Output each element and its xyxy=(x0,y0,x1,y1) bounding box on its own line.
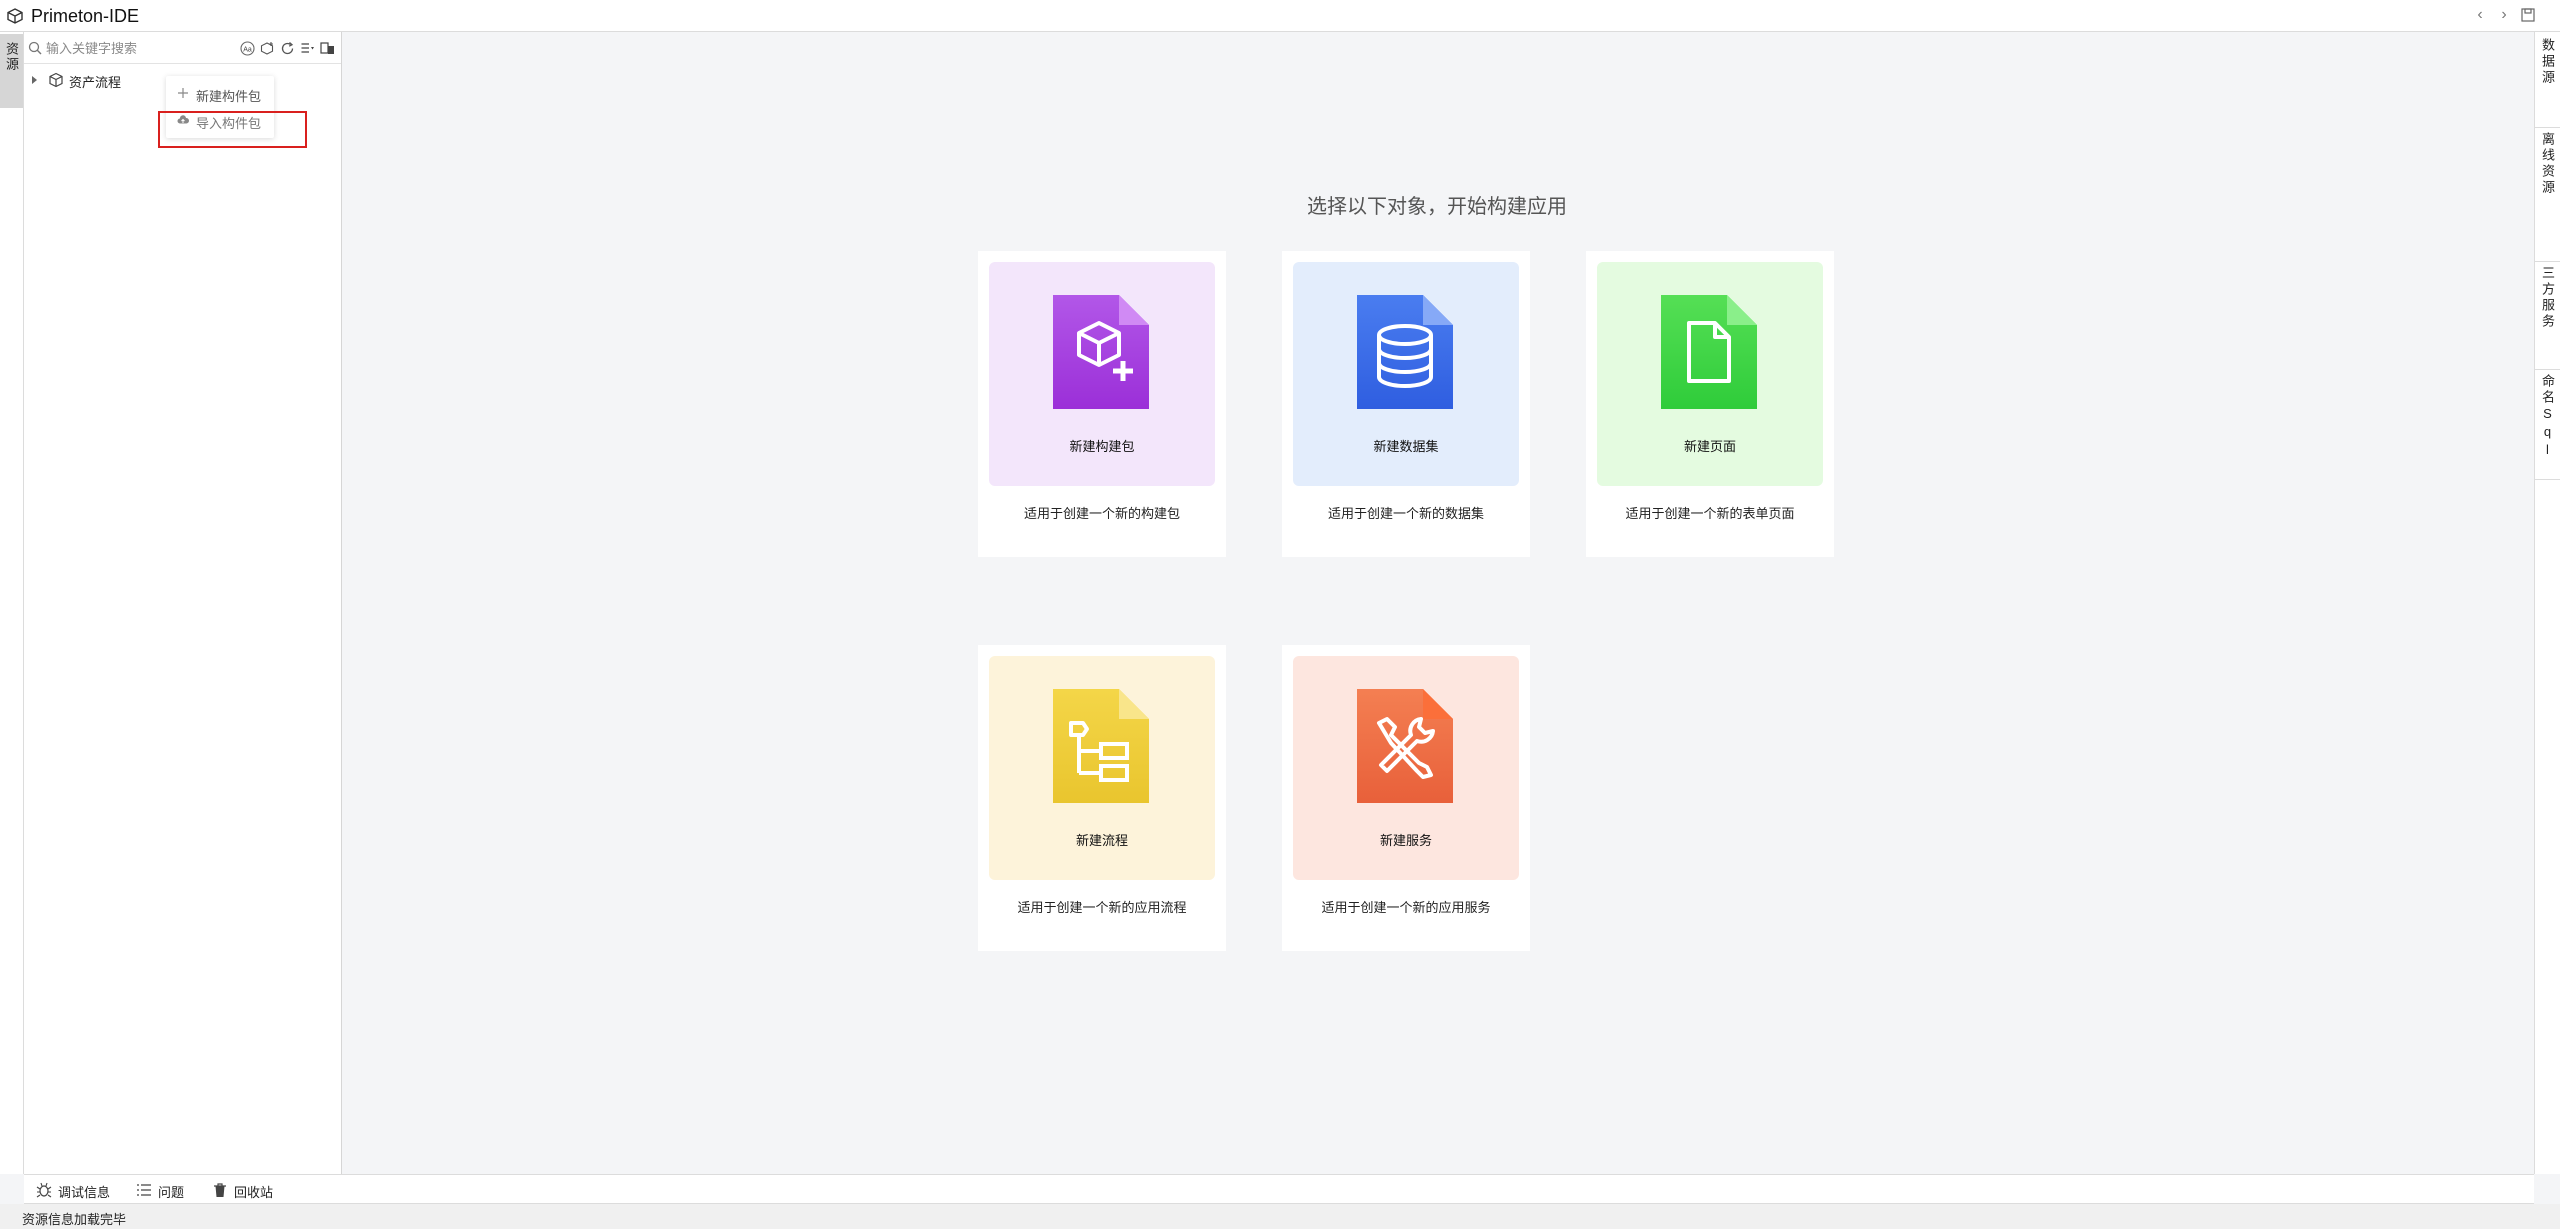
tab-recycle-bin[interactable]: 回收站 xyxy=(212,1181,292,1200)
card-new-package[interactable]: 新建构建包 适用于创建一个新的构建包 xyxy=(978,251,1226,557)
cloud-upload-icon xyxy=(177,115,189,124)
search-input[interactable] xyxy=(46,38,256,58)
card-title: 新建页面 xyxy=(1683,439,1736,454)
database-icon xyxy=(1357,295,1453,409)
card-new-dataset[interactable]: 新建数据集 适用于创建一个新的数据集 xyxy=(1282,251,1530,557)
search-icon xyxy=(28,41,42,55)
menu-item-label: 导入构件包 xyxy=(196,116,262,131)
expand-arrow-icon[interactable] xyxy=(32,76,37,84)
card-new-page[interactable]: 新建页面 适用于创建一个新的表单页面 xyxy=(1586,251,1834,557)
trash-icon xyxy=(214,1183,226,1197)
forward-icon[interactable]: › xyxy=(2496,7,2512,23)
status-text: 资源信息加载完毕 xyxy=(22,1212,127,1227)
card-description: 适用于创建一个新的应用流程 xyxy=(1017,900,1187,915)
bug-icon xyxy=(36,1182,52,1198)
tools-icon xyxy=(1357,689,1453,803)
tab-label: 回收站 xyxy=(234,1185,274,1200)
card-tile: 新建流程 xyxy=(989,656,1215,880)
tree-node[interactable]: 资产流程 xyxy=(28,68,148,92)
card-title: 新建流程 xyxy=(1075,833,1128,848)
tab-label: 问题 xyxy=(158,1185,185,1200)
card-tile: 新建构建包 xyxy=(989,262,1215,486)
add-package-icon[interactable] xyxy=(260,41,275,56)
bottom-panel-bar: 调试信息 问题 回收站 xyxy=(24,1174,2534,1204)
collapse-all-icon[interactable] xyxy=(300,41,315,56)
card-new-flow[interactable]: 新建流程 适用于创建一个新的应用流程 xyxy=(978,645,1226,951)
card-tile: 新建数据集 xyxy=(1293,262,1519,486)
resource-panel: Aa 资产流程 xyxy=(24,32,342,1174)
card-description: 适用于创建一个新的应用服务 xyxy=(1321,900,1491,915)
tab-resource[interactable]: 资源 xyxy=(0,34,23,108)
app-logo-icon xyxy=(7,8,23,24)
card-title: 新建数据集 xyxy=(1373,439,1439,454)
save-icon[interactable] xyxy=(2520,7,2536,23)
tab-datasource[interactable]: 数据源 xyxy=(2535,34,2560,128)
package-icon xyxy=(49,72,63,88)
case-sensitive-icon[interactable]: Aa xyxy=(240,41,255,56)
tab-third-party-service[interactable]: 三方服务 xyxy=(2535,262,2560,370)
tab-problems[interactable]: 问题 xyxy=(136,1181,206,1200)
title-bar: Primeton-IDE ‹ › xyxy=(0,0,2560,32)
link-editor-icon[interactable] xyxy=(320,41,335,56)
tab-debug-info[interactable]: 调试信息 xyxy=(36,1181,136,1200)
tab-named-sql[interactable]: 命名Sql xyxy=(2535,370,2560,480)
context-menu: 新建构件包 导入构件包 xyxy=(166,76,274,138)
main-area: 选择以下对象，开始构建应用 新建构建包 适用于创建一个新的构建包 新建数据集 适… xyxy=(342,32,2534,1174)
card-description: 适用于创建一个新的表单页面 xyxy=(1625,506,1795,521)
menu-item-import-package[interactable]: 导入构件包 xyxy=(166,108,274,134)
card-tile: 新建服务 xyxy=(1293,656,1519,880)
svg-text:Aa: Aa xyxy=(243,46,252,53)
list-icon xyxy=(137,1184,151,1196)
card-title: 新建服务 xyxy=(1379,833,1432,848)
menu-item-label: 新建构件包 xyxy=(196,89,262,104)
card-description: 适用于创建一个新的构建包 xyxy=(1023,506,1180,521)
card-description: 适用于创建一个新的数据集 xyxy=(1327,506,1484,521)
flow-icon xyxy=(1053,689,1149,803)
status-bar: 资源信息加载完毕 xyxy=(0,1204,2560,1229)
tab-label: 调试信息 xyxy=(58,1185,111,1200)
package-plus-icon xyxy=(1053,295,1149,409)
tree-node-label: 资产流程 xyxy=(69,75,122,90)
card-title: 新建构建包 xyxy=(1069,439,1135,454)
search-bar: Aa xyxy=(24,32,341,64)
card-tile: 新建页面 xyxy=(1597,262,1823,486)
page-title: 选择以下对象，开始构建应用 xyxy=(1307,196,1567,218)
page-icon xyxy=(1661,295,1757,409)
menu-item-new-package[interactable]: 新建构件包 xyxy=(166,81,274,107)
refresh-icon[interactable] xyxy=(280,41,295,56)
card-new-service[interactable]: 新建服务 适用于创建一个新的应用服务 xyxy=(1282,645,1530,951)
app-title: Primeton-IDE xyxy=(31,6,140,26)
left-tab-strip: 资源 xyxy=(0,32,24,1174)
right-tab-strip: 数据源 离线资源 三方服务 命名Sql xyxy=(2534,32,2560,1174)
plus-icon xyxy=(178,88,188,98)
tab-offline-resource[interactable]: 离线资源 xyxy=(2535,128,2560,262)
back-icon[interactable]: ‹ xyxy=(2472,7,2488,23)
